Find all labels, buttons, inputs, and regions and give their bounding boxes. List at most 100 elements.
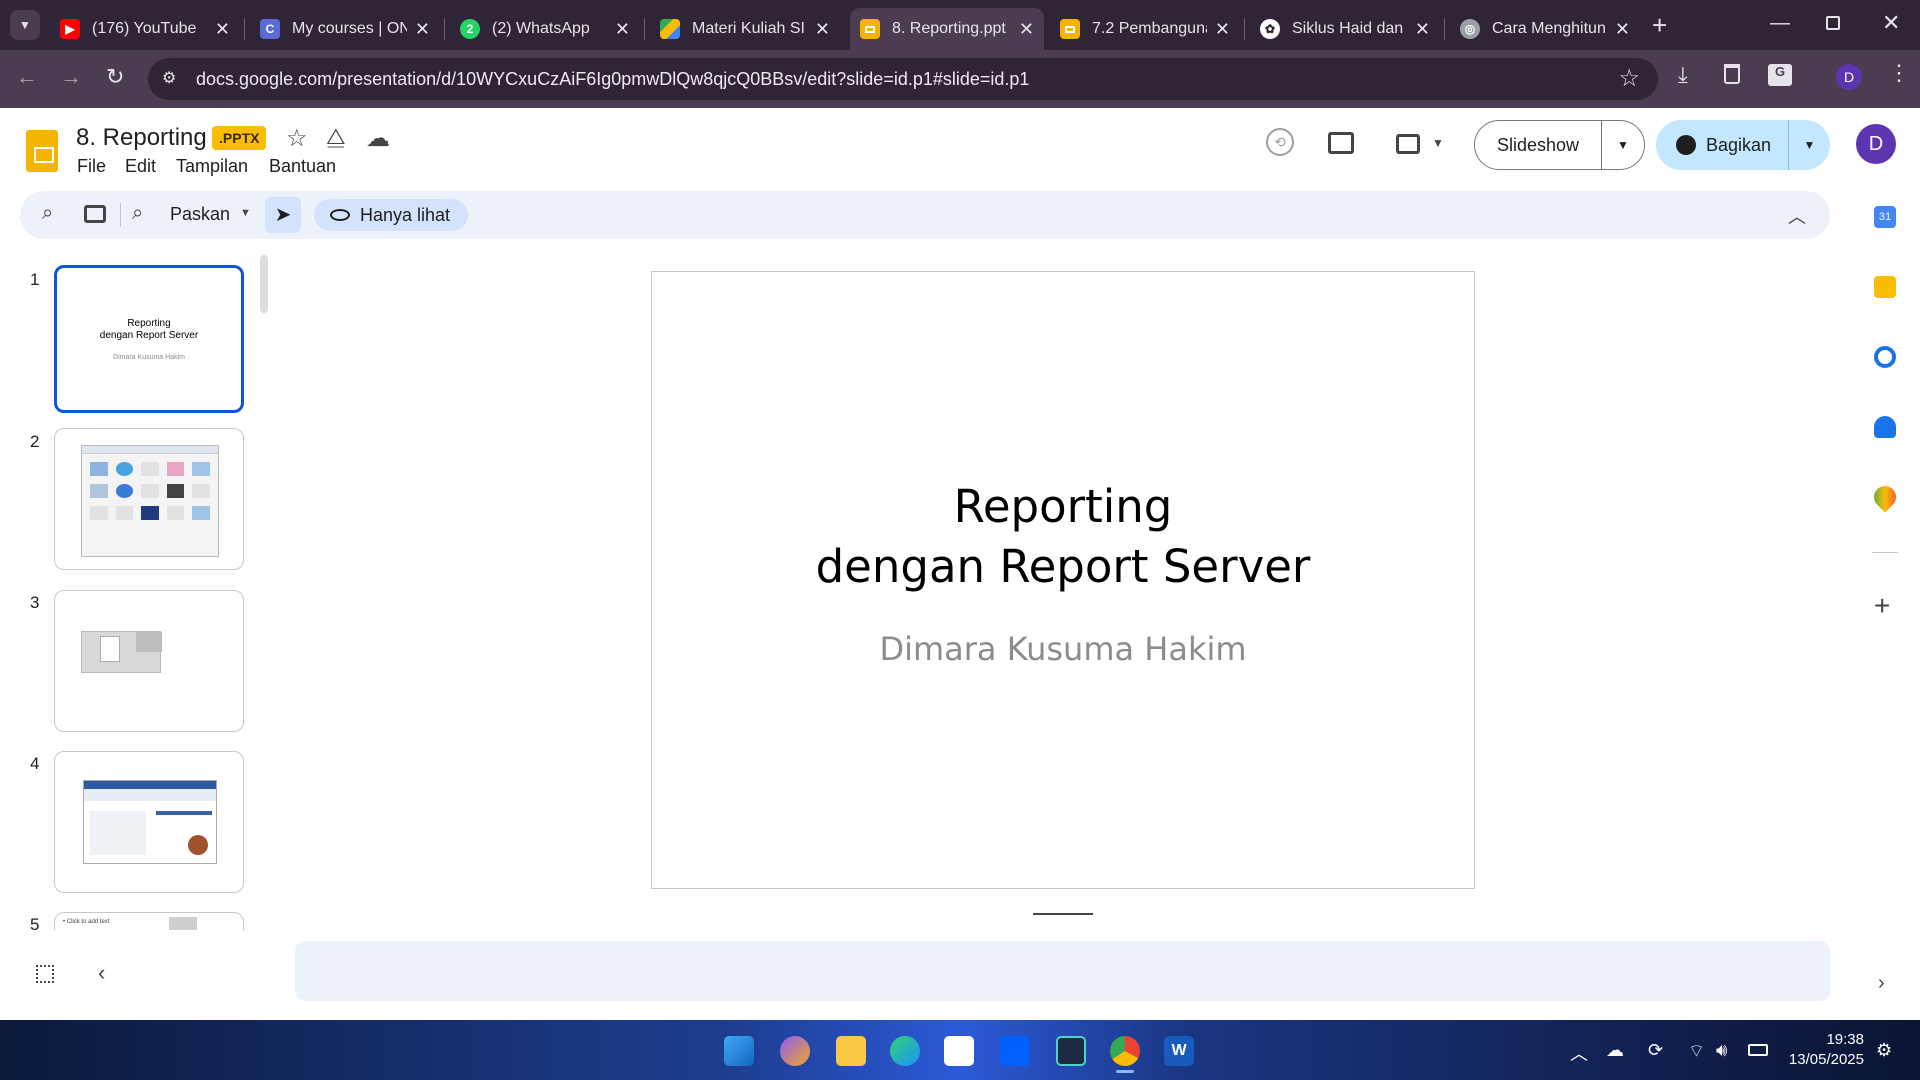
- slide-thumbnail-3[interactable]: [54, 590, 244, 732]
- slideshow-button[interactable]: Slideshow: [1474, 120, 1602, 170]
- speaker-notes[interactable]: [295, 941, 1830, 1001]
- maps-icon[interactable]: [1869, 481, 1901, 513]
- zoom-dropdown-icon[interactable]: ▼: [240, 207, 251, 219]
- slide-thumbnail-4[interactable]: [54, 751, 244, 893]
- restore-icon[interactable]: [1826, 16, 1840, 30]
- file-explorer-icon[interactable]: [836, 1036, 866, 1066]
- cloud-status-icon[interactable]: ☁: [366, 124, 390, 153]
- slide-canvas[interactable]: Reporting dengan Report Server Dimara Ku…: [651, 271, 1475, 889]
- site-info-icon[interactable]: ⚙: [162, 68, 176, 88]
- battery-icon[interactable]: [1748, 1044, 1768, 1056]
- reload-icon[interactable]: ↻: [106, 64, 124, 90]
- tab-title: My courses | ON: [292, 20, 407, 37]
- app-icon[interactable]: [1056, 1036, 1086, 1066]
- account-avatar[interactable]: D: [1856, 124, 1896, 164]
- share-dropdown-button[interactable]: ▼: [1788, 120, 1830, 170]
- browser-tab-strip: ▼ ▶ (176) YouTube ✕ C My courses | ON ✕ …: [0, 0, 1920, 50]
- notes-resize-handle[interactable]: [1033, 913, 1093, 915]
- browser-tab-reporting[interactable]: 8. Reporting.ppt ✕: [850, 8, 1044, 50]
- browser-tab-drive[interactable]: Materi Kuliah SI ✕: [650, 8, 840, 50]
- onedrive-icon[interactable]: ☁: [1606, 1040, 1624, 1061]
- volume-icon[interactable]: 🔊︎: [1716, 1040, 1727, 1061]
- collapse-toolbar-icon[interactable]: ︿: [1788, 203, 1806, 229]
- download-icon[interactable]: ⤓: [1678, 62, 1688, 88]
- browser-tab-siklus[interactable]: ✿ Siklus Haid dan ✕: [1250, 8, 1440, 50]
- contacts-icon[interactable]: [1874, 416, 1896, 438]
- slide-thumbnail-2[interactable]: [54, 428, 244, 570]
- comments-icon[interactable]: [1328, 132, 1354, 154]
- browser-tab-courses[interactable]: C My courses | ON ✕: [250, 8, 440, 50]
- translate-icon[interactable]: G: [1768, 64, 1792, 86]
- slide-title: Reporting dengan Report Server: [815, 480, 1311, 593]
- zoom-select[interactable]: Paskan: [170, 204, 230, 225]
- slideshow-dropdown-button[interactable]: ▼: [1601, 120, 1645, 170]
- tab-title: (2) WhatsApp: [492, 20, 590, 37]
- camera-dropdown-icon[interactable]: ▼: [1432, 136, 1444, 150]
- tab-close-icon[interactable]: ✕: [215, 19, 230, 40]
- file-format-badge[interactable]: .PPTX: [212, 126, 267, 150]
- browser-tab-cara[interactable]: ◎ Cara Menghitun ✕: [1450, 8, 1640, 50]
- word-icon[interactable]: W: [1164, 1036, 1194, 1066]
- minimize-icon[interactable]: —: [1770, 12, 1790, 35]
- thumb-subtitle: Dimara Kusuma Hakim: [113, 354, 185, 361]
- version-history-icon[interactable]: ⟲: [1266, 128, 1294, 156]
- grid-view-icon[interactable]: [36, 965, 54, 983]
- slide-thumbnail-5[interactable]: • Click to add text: [54, 912, 244, 930]
- zoom-icon[interactable]: ⌕: [132, 202, 143, 225]
- wifi-icon[interactable]: ⌔: [1688, 1040, 1705, 1063]
- print-icon[interactable]: [84, 205, 106, 223]
- star-icon[interactable]: ☆: [286, 124, 308, 153]
- browser-tab-youtube[interactable]: ▶ (176) YouTube ✕: [50, 8, 240, 50]
- tab-close-icon[interactable]: ✕: [415, 19, 430, 40]
- meet-camera-icon[interactable]: [1396, 134, 1420, 154]
- menu-edit[interactable]: Edit: [125, 156, 156, 177]
- delete-icon[interactable]: [1724, 64, 1740, 84]
- start-icon[interactable]: [724, 1036, 754, 1066]
- move-to-drive-icon[interactable]: ⧋: [326, 124, 346, 150]
- expand-panel-icon[interactable]: ›: [1878, 972, 1885, 995]
- slides-logo-icon[interactable]: [26, 130, 58, 172]
- chrome-taskbar-icon[interactable]: [1110, 1036, 1140, 1066]
- tab-close-icon[interactable]: ✕: [815, 19, 830, 40]
- tab-search-button[interactable]: ▼: [10, 10, 40, 40]
- address-bar[interactable]: ⚙ docs.google.com/presentation/d/10WYCxu…: [148, 58, 1658, 100]
- browser-tab-whatsapp[interactable]: 2 (2) WhatsApp ✕: [450, 8, 640, 50]
- copilot-icon[interactable]: [780, 1036, 810, 1066]
- menu-file[interactable]: File: [77, 156, 106, 177]
- browser-tab-pembangunan[interactable]: 7.2 Pembanguna ✕: [1050, 8, 1240, 50]
- slide-thumbnail-1[interactable]: Reporting dengan Report Server Dimara Ku…: [54, 265, 244, 413]
- keep-icon[interactable]: [1874, 276, 1896, 298]
- forward-icon[interactable]: →: [60, 64, 82, 90]
- add-addon-icon[interactable]: +: [1874, 590, 1890, 622]
- calendar-icon[interactable]: 31: [1874, 206, 1896, 228]
- collapse-filmstrip-icon[interactable]: ‹: [98, 960, 105, 986]
- document-title[interactable]: 8. Reporting: [76, 124, 207, 152]
- select-tool-icon[interactable]: ➤: [265, 197, 301, 233]
- edge-icon[interactable]: [890, 1036, 920, 1066]
- tab-close-icon[interactable]: ✕: [1019, 19, 1034, 40]
- slides-toolbar: ⌕ ⌕ Paskan ▼ ➤ Hanya lihat ︿: [20, 191, 1830, 239]
- show-hidden-icons[interactable]: ︿: [1570, 1040, 1588, 1066]
- back-icon[interactable]: ←: [16, 64, 38, 90]
- notification-icon[interactable]: ⚙: [1876, 1040, 1892, 1061]
- bookmark-star-icon[interactable]: ☆: [1618, 64, 1640, 93]
- tab-close-icon[interactable]: ✕: [1215, 19, 1230, 40]
- taskbar-clock[interactable]: 19:38 13/05/2025: [1784, 1030, 1864, 1070]
- menu-help[interactable]: Bantuan: [269, 156, 336, 177]
- tasks-icon[interactable]: [1874, 346, 1896, 368]
- menu-view[interactable]: Tampilan: [176, 156, 248, 177]
- dropbox-icon[interactable]: [1000, 1036, 1030, 1066]
- chrome-profile-avatar[interactable]: D: [1836, 64, 1862, 90]
- share-button[interactable]: Bagikan: [1656, 120, 1788, 170]
- store-icon[interactable]: [944, 1036, 974, 1066]
- tab-close-icon[interactable]: ✕: [615, 19, 630, 40]
- view-only-button[interactable]: Hanya lihat: [314, 199, 469, 231]
- sync-icon[interactable]: ⟳: [1648, 1040, 1663, 1061]
- search-menus-icon[interactable]: ⌕: [42, 202, 53, 225]
- close-window-icon[interactable]: ✕: [1882, 10, 1900, 36]
- tab-close-icon[interactable]: ✕: [1615, 19, 1630, 40]
- new-tab-icon[interactable]: +: [1652, 10, 1667, 41]
- tab-close-icon[interactable]: ✕: [1415, 19, 1430, 40]
- chrome-menu-icon[interactable]: ⋮: [1888, 60, 1910, 86]
- filmstrip-scrollbar[interactable]: [260, 255, 268, 313]
